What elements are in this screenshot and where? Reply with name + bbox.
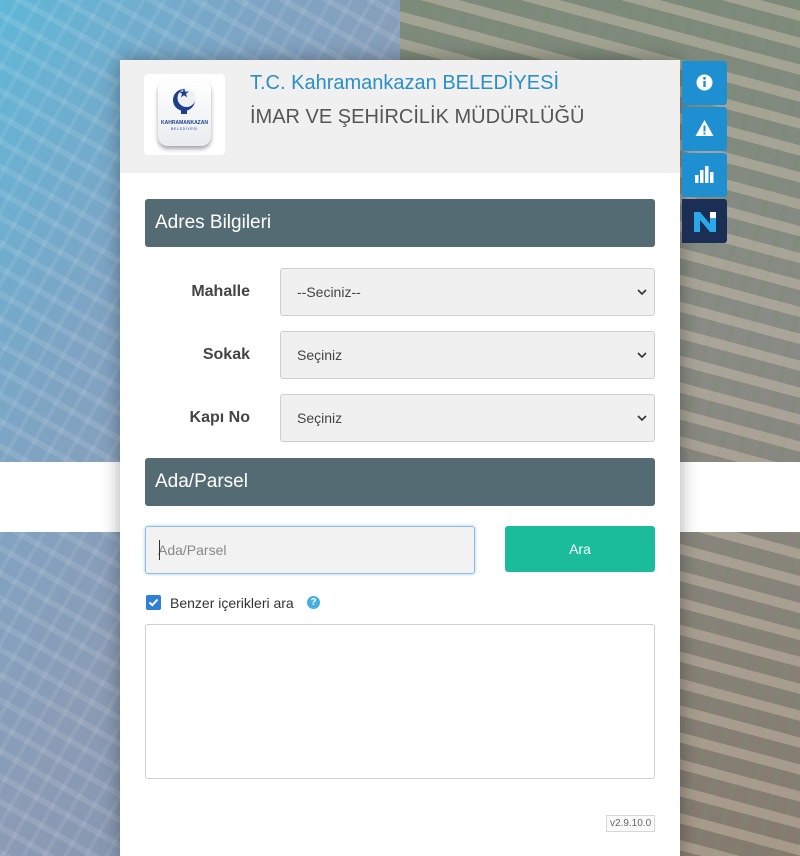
mahalle-label: Mahalle: [191, 283, 250, 300]
kapi-no-select[interactable]: Seçiniz: [280, 394, 655, 442]
parcel-search-field[interactable]: [145, 526, 475, 574]
mahalle-select[interactable]: --Seciniz--: [280, 268, 655, 316]
sokak-label: Sokak: [202, 346, 250, 363]
text-caret: [159, 540, 160, 560]
page-title: T.C. Kahramankazan BELEDİYESİ: [250, 72, 560, 94]
chevron-down-icon: [637, 289, 647, 296]
mahalle-select-value: --Seciniz--: [297, 284, 361, 300]
warning-icon: [695, 120, 714, 136]
similar-content-checkbox[interactable]: [146, 595, 161, 610]
logo-text: KAHRAMANKAZAN: [161, 120, 208, 126]
sokak-select-value: Seçiniz: [297, 347, 343, 363]
netcad-button[interactable]: [682, 199, 727, 243]
statistics-button[interactable]: [682, 153, 727, 197]
sokak-select[interactable]: Seçiniz: [280, 331, 655, 379]
chevron-down-icon: [637, 352, 647, 359]
kapi-no-select-value: Seçiniz: [297, 410, 343, 426]
info-icon: [696, 74, 713, 91]
version-badge: v2.9.10.0: [606, 815, 656, 832]
parcel-search-input[interactable]: [146, 527, 460, 573]
brand-logo-icon: [694, 212, 716, 232]
municipality-logo: KAHRAMANKAZAN BELEDİYESİ: [144, 74, 225, 155]
panel-header: KAHRAMANKAZAN BELEDİYESİ T.C. Kahramanka…: [120, 60, 680, 173]
chevron-down-icon: [637, 415, 647, 422]
kapi-no-label: Kapı No: [189, 409, 250, 426]
help-icon[interactable]: ?: [307, 596, 320, 609]
page-subtitle: İMAR VE ŞEHİRCİLİK MÜDÜRLÜĞÜ: [250, 106, 585, 128]
crescent-star-icon: [173, 88, 196, 114]
bar-chart-icon: [695, 166, 714, 183]
warning-button[interactable]: [682, 107, 727, 151]
info-button[interactable]: [682, 61, 727, 105]
search-panel: KAHRAMANKAZAN BELEDİYESİ T.C. Kahramanka…: [120, 60, 680, 856]
logo-subtext: BELEDİYESİ: [171, 127, 198, 131]
results-box: [145, 624, 655, 779]
similar-content-label[interactable]: Benzer içerikleri ara: [170, 595, 294, 611]
parcel-section-header: Ada/Parsel: [145, 458, 655, 506]
address-section-header: Adres Bilgileri: [145, 199, 655, 247]
search-button[interactable]: Ara: [505, 526, 655, 572]
check-icon: [148, 598, 159, 607]
